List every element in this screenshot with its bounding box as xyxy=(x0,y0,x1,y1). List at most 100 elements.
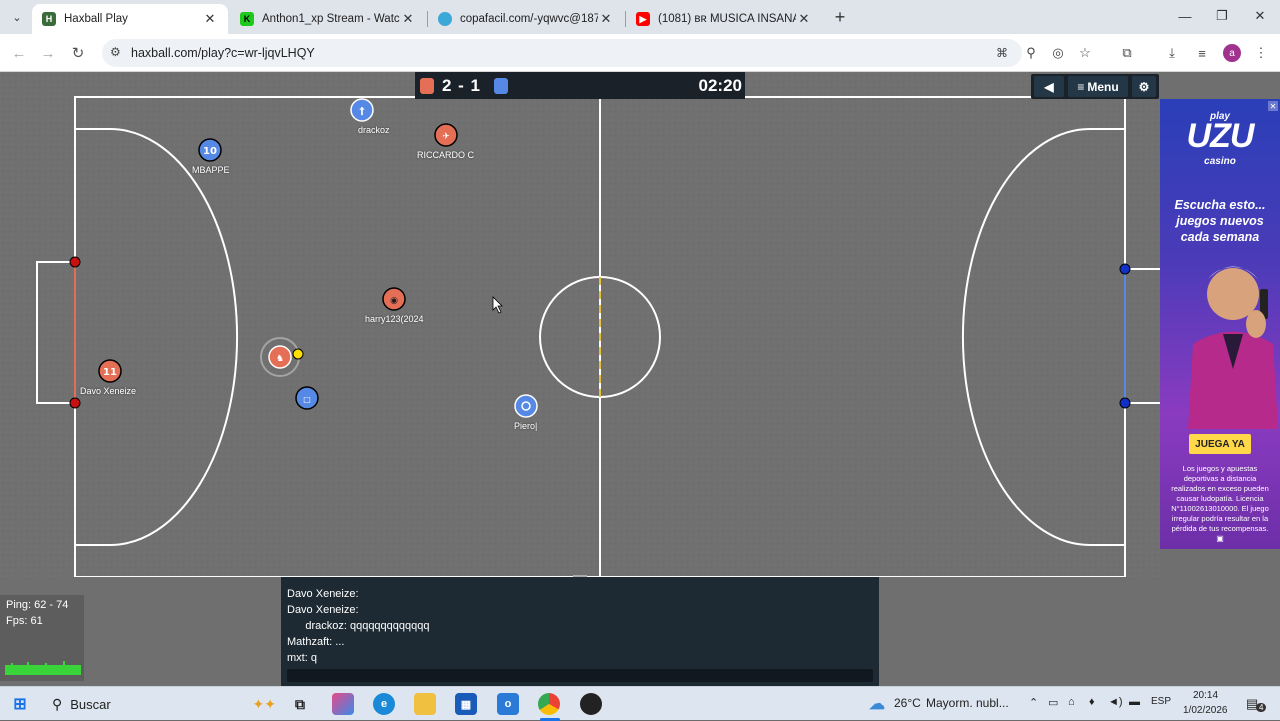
more-menu-icon[interactable]: ⋮ xyxy=(1251,43,1271,63)
ad-close-icon[interactable]: ✕ xyxy=(1268,101,1278,111)
translate-icon[interactable]: ⌘ xyxy=(993,45,1011,61)
haxball-icon: H xyxy=(42,12,56,26)
chevron-up-icon[interactable]: ⌃ xyxy=(1029,696,1038,709)
game-menu-bar: ◀ ≡ Menu ⚙ xyxy=(1031,74,1159,99)
ball xyxy=(292,348,304,360)
back-arrow-icon[interactable]: ← xyxy=(9,43,29,63)
player-name: RICCARDO C xyxy=(417,150,475,160)
ping-text: Ping: 62 - 74 xyxy=(6,599,69,611)
network-icon[interactable]: ⌂ xyxy=(1068,696,1075,708)
site-settings-icon[interactable]: ⚙ xyxy=(110,45,121,59)
player-name: drackoz xyxy=(358,125,390,135)
settings-gear-icon[interactable]: ⚙ xyxy=(1132,76,1156,97)
reload-icon[interactable]: ↻ xyxy=(68,43,88,63)
player-disc xyxy=(514,394,538,418)
player-disc: 10 xyxy=(198,138,222,162)
player-name: Davo Xeneize xyxy=(80,386,137,396)
close-tab-icon[interactable]: ✕ xyxy=(796,11,812,27)
profile-avatar[interactable]: a xyxy=(1223,44,1241,62)
chrome-icon[interactable] xyxy=(538,693,560,715)
windows-start-icon[interactable]: ⊞ xyxy=(9,693,31,715)
svg-text:♞: ♞ xyxy=(276,354,284,364)
ad-headline: Escucha esto... juegos nuevos cada seman… xyxy=(1174,198,1266,244)
uzu-casino-ad[interactable]: ✕ play UZU casino Escucha esto... juegos… xyxy=(1160,99,1280,549)
outlook-icon[interactable]: o xyxy=(497,693,519,715)
chat-message: Mathzaft: ... xyxy=(287,636,345,648)
close-tab-icon[interactable]: ✕ xyxy=(202,11,218,27)
address-bar[interactable]: ⚙ haxball.com/play?c=wr-ljqvLHQY ⌘ xyxy=(102,39,1022,67)
windows-taskbar: ⊞ ⚲ Buscar ✦✦ ⧉ e ▦ o ☁ 26°C Mayorm. nub… xyxy=(0,686,1280,721)
minimize-icon[interactable]: — xyxy=(1171,6,1199,26)
edge-icon[interactable]: e xyxy=(373,693,395,715)
search-placeholder: Buscar xyxy=(70,696,111,712)
tab-title: (1081) ʙʀ MÚSICA INSANA para xyxy=(658,13,796,25)
close-window-icon[interactable]: ✕ xyxy=(1246,6,1274,26)
chat-message: drackoz: qqqqqqqqqqqqq xyxy=(287,620,430,632)
clock-time[interactable]: 20:14 xyxy=(1193,690,1218,701)
menu-label: Menu xyxy=(1087,79,1119,94)
download-icon[interactable]: ⤓ xyxy=(1162,43,1182,63)
close-tab-icon[interactable]: ✕ xyxy=(598,11,614,27)
blue-team-badge xyxy=(494,78,508,94)
eye-off-icon[interactable]: ◎ xyxy=(1048,43,1068,63)
tab-search-chevron-icon[interactable]: ⌄ xyxy=(6,7,28,27)
copilot-icon[interactable] xyxy=(332,693,354,715)
microphone-icon[interactable]: ♦ xyxy=(1089,696,1095,708)
svg-text:†: † xyxy=(360,106,365,117)
red-team-badge xyxy=(420,78,434,94)
player-disc: † xyxy=(350,98,374,122)
weather-temp[interactable]: 26°C xyxy=(894,696,921,710)
volume-icon[interactable]: ◄) xyxy=(1108,696,1123,708)
browser-tab-bar: ⌄ H Haxball Play ✕ K Anthon1_xp Stream -… xyxy=(0,0,1280,34)
weather-cloud-icon[interactable]: ☁ xyxy=(866,693,888,715)
tab-title: copafacil.com/-yqwvc@187b xyxy=(460,13,598,25)
chat-message: Davo Xeneize: xyxy=(287,604,359,616)
close-tab-icon[interactable]: ✕ xyxy=(400,11,416,27)
svg-text:✈: ✈ xyxy=(442,132,450,142)
forward-arrow-icon[interactable]: → xyxy=(38,43,58,63)
match-timer: 02:20 xyxy=(698,76,742,95)
player-name: harry123(2024 xyxy=(365,314,424,324)
clock-date[interactable]: 1/02/2026 xyxy=(1183,705,1228,716)
url-text[interactable]: haxball.com/play?c=wr-ljqvLHQY xyxy=(131,46,315,60)
bookmark-star-icon[interactable]: ☆ xyxy=(1075,43,1095,63)
ad-cta-button[interactable]: JUEGA YA xyxy=(1189,434,1251,454)
battery-icon[interactable]: ▬ xyxy=(1129,696,1140,708)
tab-copafacil[interactable]: copafacil.com/-yqwvc@187b ✕ xyxy=(428,4,624,34)
restore-icon[interactable]: ❐ xyxy=(1208,6,1236,26)
player-disc: ◉ xyxy=(382,287,406,311)
chat-message: Davo Xeneize: xyxy=(287,588,359,600)
kick-icon: K xyxy=(240,12,254,26)
menu-button[interactable]: ≡ Menu xyxy=(1068,76,1128,97)
tab-title: Haxball Play xyxy=(64,13,128,25)
ad-info-icon[interactable]: ▣ xyxy=(1215,533,1225,543)
phone-link-icon[interactable]: ▭ xyxy=(1048,696,1058,709)
score: 2 - 1 xyxy=(442,76,482,95)
player-name: MBAPPE xyxy=(192,165,230,175)
ad-disclaimer: Los juegos y apuestas deportivas a dista… xyxy=(1171,464,1269,533)
game-field: † ✈ 10 ◉ 11 ♞ □ xyxy=(0,72,1160,577)
input-language[interactable]: ESP xyxy=(1151,696,1171,707)
chat-input[interactable] xyxy=(287,669,873,682)
haxball-app-icon[interactable] xyxy=(580,693,602,715)
media-control-icon[interactable]: ≡ xyxy=(1192,43,1212,63)
file-explorer-icon[interactable] xyxy=(414,693,436,715)
chat-panel: Davo Xeneize: Davo Xeneize: drackoz: qqq… xyxy=(281,577,879,686)
chat-message: mxt: q xyxy=(287,652,317,664)
tab-kick-stream[interactable]: K Anthon1_xp Stream - Watch Liv ✕ xyxy=(230,4,426,34)
zoom-icon[interactable]: ⚲ xyxy=(1021,43,1041,63)
notification-count: 4 xyxy=(1256,703,1267,712)
weather-desc[interactable]: Mayorm. nubl... xyxy=(926,696,1009,710)
task-view-icon[interactable]: ⧉ xyxy=(289,693,311,715)
new-tab-button[interactable]: + xyxy=(830,7,850,27)
fps-text: Fps: 61 xyxy=(6,615,43,627)
taskbar-search[interactable]: ⚲ Buscar ✦✦ xyxy=(44,691,276,717)
tab-youtube[interactable]: ▶ (1081) ʙʀ MÚSICA INSANA para ✕ xyxy=(626,4,822,34)
tab-haxball[interactable]: H Haxball Play ✕ xyxy=(32,4,228,34)
svg-text:10: 10 xyxy=(203,146,217,157)
sound-toggle-icon[interactable]: ◀ xyxy=(1034,76,1064,97)
player-disc: 11 xyxy=(98,359,122,383)
store-icon[interactable]: ▦ xyxy=(455,693,477,715)
copafacil-icon xyxy=(438,12,452,26)
extensions-icon[interactable]: ⧉ xyxy=(1117,43,1137,63)
